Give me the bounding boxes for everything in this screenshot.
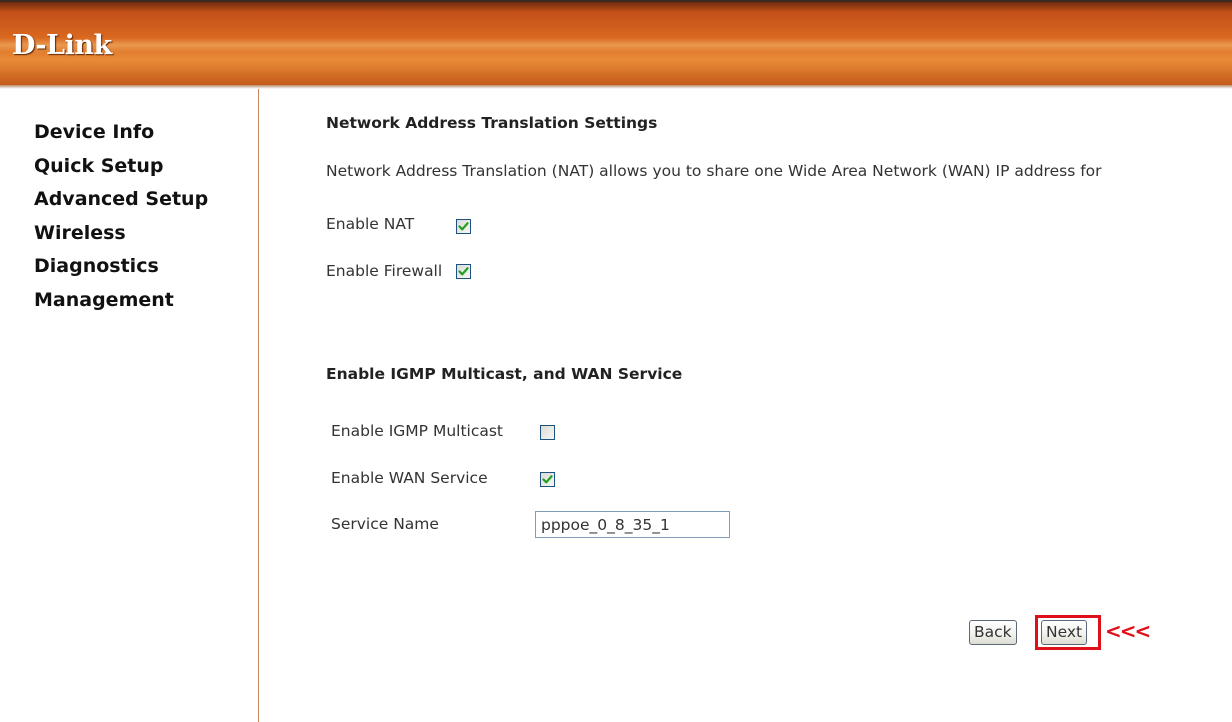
sidebar: Device Info Quick Setup Advanced Setup W… [0, 89, 259, 722]
header-banner: D-Link [0, 0, 1232, 85]
service-name-input[interactable] [535, 511, 730, 538]
enable-wan-label: Enable WAN Service [331, 469, 488, 487]
enable-firewall-checkbox[interactable] [456, 264, 471, 279]
main-content: Network Address Translation Settings Net… [260, 89, 1232, 722]
enable-wan-checkbox[interactable] [540, 472, 555, 487]
enable-nat-label: Enable NAT [326, 215, 415, 233]
sidebar-item-management[interactable]: Management [34, 284, 208, 318]
back-button[interactable]: Back [969, 620, 1017, 645]
next-button[interactable]: Next [1041, 620, 1088, 645]
sidebar-item-quick-setup[interactable]: Quick Setup [34, 150, 208, 184]
sidebar-item-advanced-setup[interactable]: Advanced Setup [34, 183, 208, 217]
sidebar-item-diagnostics[interactable]: Diagnostics [34, 250, 208, 284]
igmp-section-title: Enable IGMP Multicast, and WAN Service [326, 365, 683, 383]
nat-section-title: Network Address Translation Settings [326, 114, 658, 132]
next-pointer-arrows: <<< [1105, 619, 1151, 643]
sidebar-nav: Device Info Quick Setup Advanced Setup W… [34, 116, 208, 318]
enable-nat-checkbox[interactable] [456, 219, 471, 234]
checkmark-icon [458, 267, 469, 276]
service-name-label: Service Name [331, 515, 439, 533]
enable-igmp-checkbox[interactable] [540, 425, 555, 440]
enable-firewall-label: Enable Firewall [326, 262, 443, 280]
sidebar-item-wireless[interactable]: Wireless [34, 217, 208, 251]
sidebar-item-device-info[interactable]: Device Info [34, 116, 208, 150]
dlink-logo: D-Link [12, 30, 112, 61]
checkmark-icon [542, 475, 553, 484]
nat-description: Network Address Translation (NAT) allows… [326, 162, 1102, 180]
checkmark-icon [458, 222, 469, 231]
enable-igmp-label: Enable IGMP Multicast [331, 422, 504, 440]
